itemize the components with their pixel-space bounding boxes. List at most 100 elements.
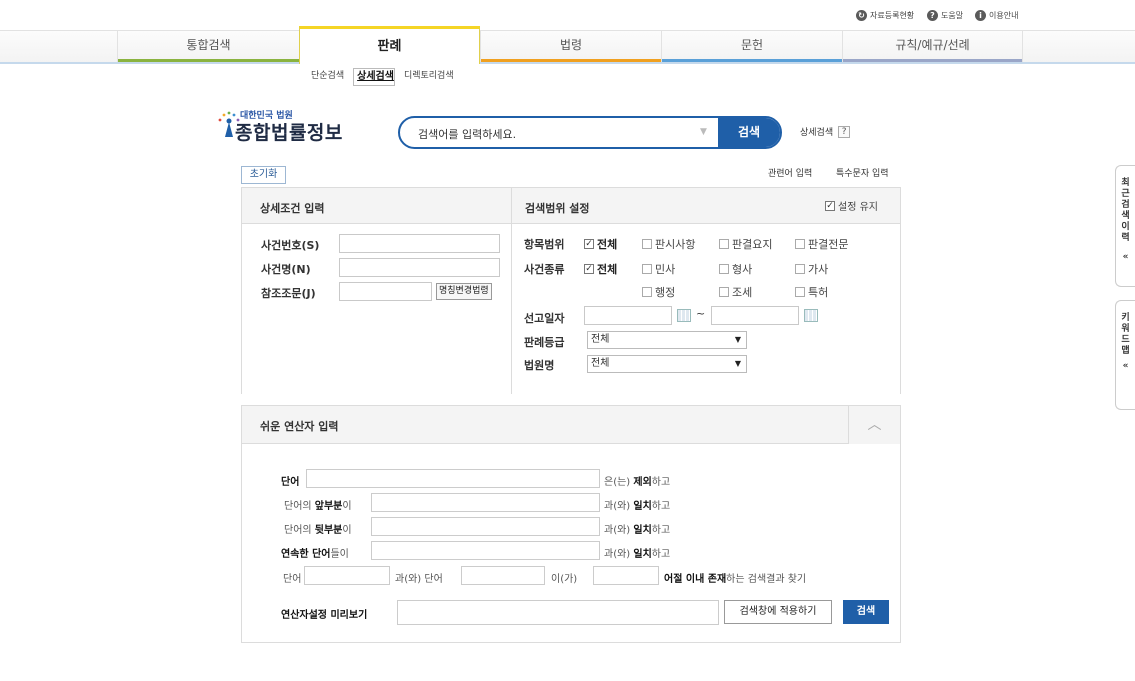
checkbox-icon <box>795 239 805 249</box>
dropdown-arrow-icon: ▼ <box>734 335 741 344</box>
subnav-detailed[interactable]: 상세검색 <box>353 68 395 86</box>
panel-divider <box>511 188 512 394</box>
item-summary-checkbox[interactable]: 판결요지 <box>719 236 772 252</box>
op-prefix-suffix: 과(와) 일치하고 <box>604 501 671 512</box>
op-near-suffix: 어절 이내 존재하는 검색결과 찾기 <box>664 574 807 585</box>
case-type-label: 사건종류 <box>524 263 565 276</box>
util-link-help[interactable]: ? 도움말 <box>927 8 963 22</box>
op-prefix-label: 단어의 앞부분이 <box>284 501 352 512</box>
op-exclude-suffix: 은(는) 제외하고 <box>604 477 671 488</box>
ref-articles-input[interactable] <box>339 282 432 301</box>
keyword-map-tab[interactable]: 키워 드맵 « <box>1115 300 1135 410</box>
recent-search-history-tab[interactable]: 최근 검색 이력 « <box>1115 165 1135 287</box>
type-family-checkbox[interactable]: 가사 <box>795 261 828 277</box>
checkbox-icon <box>719 287 729 297</box>
preview-input[interactable] <box>397 600 719 625</box>
date-to-input[interactable] <box>711 306 799 325</box>
checkbox-icon <box>719 239 729 249</box>
case-number-input[interactable] <box>339 234 500 253</box>
op-near-input-a[interactable] <box>304 566 390 585</box>
grade-select[interactable]: 전체 ▼ <box>587 331 747 349</box>
subnav-directory[interactable]: 디렉토리검색 <box>404 68 454 86</box>
type-all-checkbox[interactable]: ✓ 전체 <box>584 261 617 277</box>
dropdown-arrow-icon[interactable]: ▼ <box>700 127 707 137</box>
tab-bar-underline <box>0 62 1135 64</box>
op-near-label-c: 이(가) <box>551 574 578 585</box>
subnav-simple[interactable]: 단순검색 <box>311 68 344 86</box>
op-word-label: 단어 <box>281 477 300 488</box>
chevron-left-icon: « <box>1122 361 1129 371</box>
op-phrase-input[interactable] <box>371 541 600 560</box>
help-question-icon[interactable]: ? <box>838 125 851 138</box>
ref-articles-label: 참조조문(J) <box>261 287 316 300</box>
tab-color-bar <box>843 59 1022 62</box>
type-patent-checkbox[interactable]: 특허 <box>795 284 828 300</box>
special-chars-link[interactable]: 특수문자 입력 <box>836 166 889 179</box>
op-near-input-b[interactable] <box>461 566 545 585</box>
court-select[interactable]: 전체 ▼ <box>587 355 747 373</box>
preview-label: 연산자설정 미리보기 <box>281 610 368 621</box>
checkbox-icon <box>642 287 652 297</box>
tab-literature[interactable]: 문헌 <box>661 30 842 62</box>
checkbox-icon: ✓ <box>825 200 835 211</box>
renamed-law-button[interactable]: 명칭변경법령 <box>436 283 492 300</box>
apply-to-search-button[interactable]: 검색창에 적용하기 <box>724 600 832 624</box>
calendar-icon[interactable] <box>804 309 818 322</box>
op-exclude-input[interactable] <box>306 469 600 488</box>
type-criminal-checkbox[interactable]: 형사 <box>719 261 752 277</box>
tab-color-bar <box>481 59 661 62</box>
tab-rules[interactable]: 규칙/예규/선례 <box>842 30 1023 62</box>
tab-color-bar <box>118 59 299 62</box>
operator-title: 쉬운 연산자 입력 <box>260 420 339 433</box>
date-from-input[interactable] <box>584 306 672 325</box>
tab-precedents[interactable]: 판례 <box>299 26 480 64</box>
collapse-chevron-icon[interactable]: ︿ <box>848 406 900 444</box>
calendar-icon[interactable] <box>677 309 691 322</box>
checkbox-icon <box>642 264 652 274</box>
op-near-label-a: 단어 <box>283 574 302 585</box>
op-phrase-suffix: 과(와) 일치하고 <box>604 549 671 560</box>
tab-color-bar <box>662 59 842 62</box>
chevron-left-icon: « <box>1122 252 1129 262</box>
item-scope-label: 항목범위 <box>524 238 565 251</box>
tab-integrated-search[interactable]: 통합검색 <box>117 30 299 62</box>
type-admin-checkbox[interactable]: 행정 <box>642 284 675 300</box>
type-civil-checkbox[interactable]: 민사 <box>642 261 675 277</box>
checkbox-icon <box>795 287 805 297</box>
util-link-register[interactable]: ↻ 자료등록현황 <box>856 8 914 22</box>
tab-statutes[interactable]: 법령 <box>480 30 661 62</box>
scope-settings-title: 검색범위 설정 <box>525 202 590 215</box>
type-tax-checkbox[interactable]: 조세 <box>719 284 752 300</box>
op-suffix-input[interactable] <box>371 517 600 536</box>
case-name-input[interactable] <box>339 258 500 277</box>
advanced-search-link[interactable]: 상세검색 ? <box>800 125 851 138</box>
op-phrase-label: 연속한 단어들이 <box>281 549 349 560</box>
operator-header <box>242 406 900 444</box>
checkbox-icon <box>795 264 805 274</box>
search-button[interactable]: 검색 <box>718 118 780 147</box>
item-holding-checkbox[interactable]: 판시사항 <box>642 236 695 252</box>
checkbox-icon <box>719 264 729 274</box>
document-icon: ↻ <box>856 9 867 21</box>
keep-settings-checkbox[interactable]: ✓ 설정 유지 <box>825 198 878 213</box>
item-all-checkbox[interactable]: ✓ 전체 <box>584 236 617 252</box>
checkbox-icon: ✓ <box>584 264 594 274</box>
op-prefix-input[interactable] <box>371 493 600 512</box>
search-input[interactable]: 검색어를 입력하세요. <box>418 126 516 142</box>
logo-title[interactable]: 종합법률정보 <box>235 118 343 145</box>
info-icon: i <box>975 9 986 21</box>
dropdown-arrow-icon: ▼ <box>734 359 741 368</box>
help-icon: ? <box>927 9 938 21</box>
case-name-label: 사건명(N) <box>261 263 311 276</box>
op-suffix-label: 단어의 뒷부분이 <box>284 525 352 536</box>
operator-search-button[interactable]: 검색 <box>843 600 889 624</box>
op-near-label-b: 과(와) 단어 <box>395 574 443 585</box>
decision-date-label: 선고일자 <box>524 312 565 325</box>
search-bar: 검색어를 입력하세요. ▼ 검색 <box>398 116 782 149</box>
related-terms-link[interactable]: 관련어 입력 <box>768 166 812 179</box>
reset-button[interactable]: 초기화 <box>241 166 286 184</box>
checkbox-icon <box>642 239 652 249</box>
util-link-guide[interactable]: i 이용안내 <box>975 8 1018 22</box>
op-near-distance-input[interactable] <box>593 566 659 585</box>
item-fulltext-checkbox[interactable]: 판결전문 <box>795 236 848 252</box>
